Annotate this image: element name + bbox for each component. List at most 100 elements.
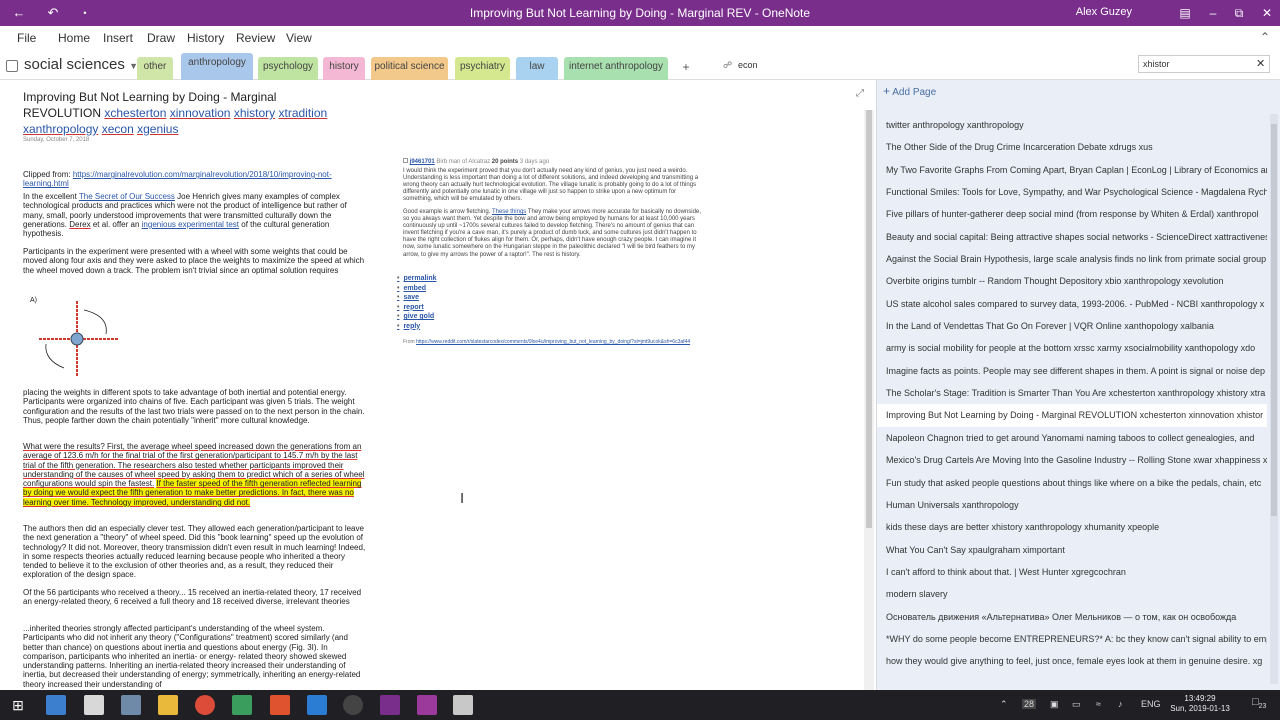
list-item[interactable]: Beauty and social capital: Being attract…	[877, 226, 1267, 248]
tab-internet-anthropology[interactable]: internet anthropology	[564, 57, 668, 80]
collapse-icon[interactable]	[403, 158, 408, 163]
list-item[interactable]: Overbite origins tumblr -- Random Though…	[877, 270, 1267, 292]
list-item[interactable]: What You Can't Say xpaulgraham ximportan…	[877, 539, 1267, 561]
notebook-icon[interactable]	[6, 60, 18, 72]
list-item[interactable]: Основатель движения «Альтернатива» Олег …	[877, 606, 1267, 628]
taskbar-notepad-icon[interactable]	[84, 695, 104, 715]
list-item[interactable]: The Other Side of the Drug Crime Incarce…	[877, 136, 1267, 158]
notification-icon[interactable]: □23	[1252, 696, 1266, 710]
minimize-button[interactable]: –	[1202, 4, 1224, 22]
list-item[interactable]: *WHY do some people become ENTREPRENEURS…	[877, 628, 1267, 650]
tab-psychology[interactable]: psychology	[258, 57, 318, 80]
expand-icon[interactable]: ⤢	[856, 88, 864, 99]
ribbon-options-icon[interactable]: ▤	[1174, 4, 1196, 22]
list-item[interactable]: Against the Social Brain Hypothesis, lar…	[877, 248, 1267, 270]
tray-app-icon[interactable]: ▣	[1050, 699, 1059, 710]
volume-icon[interactable]: ♪	[1118, 699, 1123, 709]
list-item[interactable]: The Scholar's Stage: Tradition is Smarte…	[877, 382, 1267, 404]
tab-history[interactable]: history	[323, 57, 365, 80]
reddit-actions: permalink embed save report give gold re…	[397, 274, 437, 332]
list-item[interactable]: In the Land of Vendettas That Go On Fore…	[877, 315, 1267, 337]
wifi-icon[interactable]: ≈	[1096, 699, 1101, 709]
taskbar-app-icon[interactable]	[343, 695, 363, 715]
title-bar: ← ↶ • Improving But Not Learning by Doin…	[0, 0, 1280, 26]
tray-num[interactable]: 28	[1022, 699, 1037, 709]
tab-political-science[interactable]: political science	[371, 57, 448, 80]
tab-law[interactable]: law	[516, 57, 558, 80]
list-item[interactable]: Napoleon Chagnon tried to get around Yan…	[877, 427, 1267, 449]
experiment-link[interactable]: ingenious experimental test	[142, 220, 239, 229]
list-item[interactable]: Imagine facts as points. People may see …	[877, 360, 1267, 382]
list-item[interactable]: kids these days are better xhistory xant…	[877, 516, 1267, 538]
tab-anthropology[interactable]: anthropology	[181, 53, 253, 80]
taskbar-folder-icon[interactable]	[158, 695, 178, 715]
reddit-comment-body-1: I would think the experiment proved that…	[403, 168, 699, 203]
menu-review[interactable]: Review	[236, 31, 275, 45]
page-canvas[interactable]: ⤢ Improving But Not Learning by Doing - …	[0, 80, 875, 690]
list-item[interactable]: My Two Favorite Graphs From Coming Apart…	[877, 159, 1267, 181]
page-title[interactable]: Improving But Not Learning by Doing - Ma…	[23, 89, 333, 137]
menu-draw[interactable]: Draw	[147, 31, 175, 45]
add-section-button[interactable]: +	[676, 57, 696, 80]
give-gold-link[interactable]: give gold	[397, 312, 437, 322]
menu-file[interactable]: File	[17, 31, 36, 45]
list-item[interactable]: US state alcohol sales compared to surve…	[877, 293, 1267, 315]
fletching-link[interactable]: These things	[492, 209, 526, 215]
list-item-selected[interactable]: Improving But Not Learning by Doing - Ma…	[877, 404, 1267, 427]
list-item[interactable]: Human Universals xanthropology	[877, 494, 1267, 516]
permalink-link[interactable]: permalink	[397, 274, 436, 284]
list-item[interactable]: twitter anthropology xanthropology	[877, 114, 1267, 136]
menu-history[interactable]: History	[187, 31, 224, 45]
reply-link[interactable]: reply	[397, 322, 437, 332]
list-item[interactable]: army is social mobility for people at th…	[877, 337, 1267, 359]
report-link[interactable]: report	[397, 303, 437, 313]
list-item[interactable]: Fun study that asked people questions ab…	[877, 472, 1267, 494]
collapse-ribbon-icon[interactable]: ⌃	[1260, 30, 1270, 44]
menu-view[interactable]: View	[286, 31, 312, 45]
tab-econ[interactable]: econ	[738, 60, 758, 70]
taskbar-app-icon[interactable]	[121, 695, 141, 715]
clear-search-icon[interactable]: ✕	[1256, 57, 1265, 70]
page-scrollbar-thumb[interactable]	[866, 110, 872, 528]
menu-bar: File Home Insert Draw History Review Vie…	[0, 26, 1280, 50]
list-item[interactable]: Five pillars of hunter-gatherer deep soc…	[877, 203, 1267, 225]
list-item[interactable]: Mexico's Drug Cartels Are Moving Into th…	[877, 449, 1267, 471]
save-link[interactable]: save	[397, 293, 437, 303]
book-link[interactable]: The Secret of Our Success	[79, 192, 175, 201]
section-bar: social sciences ▼ other anthropology psy…	[0, 50, 1280, 80]
notebook-name[interactable]: social sciences ▼	[24, 56, 138, 73]
taskbar-app-icon[interactable]	[453, 695, 473, 715]
reddit-source-link[interactable]: https://www.reddit.com/r/slatestarcodex/…	[416, 339, 690, 345]
reddit-user-link[interactable]: j9461701	[410, 159, 435, 165]
page-scrollbar[interactable]	[864, 110, 874, 690]
taskbar-onenote-icon[interactable]	[380, 695, 400, 715]
search-input[interactable]: xhistor	[1138, 55, 1270, 73]
tab-psychiatry[interactable]: psychiatry	[455, 57, 510, 80]
embed-link[interactable]: embed	[397, 284, 437, 294]
pages-scrollbar-thumb[interactable]	[1271, 124, 1277, 516]
language-indicator[interactable]: ENG	[1141, 699, 1161, 709]
tab-other[interactable]: other	[137, 57, 173, 80]
taskbar-app-icon[interactable]	[417, 695, 437, 715]
taskbar-chrome-icon[interactable]	[195, 695, 215, 715]
battery-icon[interactable]: ▭	[1072, 699, 1081, 710]
taskbar-app-icon[interactable]	[46, 695, 66, 715]
taskbar-vscode-icon[interactable]	[307, 695, 327, 715]
pages-scrollbar[interactable]	[1270, 114, 1278, 684]
user-name[interactable]: Alex Guzey	[1076, 6, 1132, 18]
list-item[interactable]: modern slavery	[877, 583, 1267, 605]
taskbar-app-icon[interactable]	[270, 695, 290, 715]
maximize-button[interactable]: ⧉	[1228, 4, 1250, 22]
menu-home[interactable]: Home	[58, 31, 90, 45]
taskbar-app-icon[interactable]	[232, 695, 252, 715]
close-button[interactable]: ✕	[1256, 4, 1278, 22]
clock[interactable]: 13:49:29 Sun, 2019-01-13	[1160, 694, 1240, 714]
menu-insert[interactable]: Insert	[103, 31, 133, 45]
add-page-button[interactable]: + Add Page	[883, 84, 936, 98]
windows-start-icon[interactable]: ⊞	[8, 695, 28, 715]
paragraph-5: The authors then did an especially cleve…	[23, 524, 366, 580]
list-item[interactable]: Functional Smiles: Tools for Love, Sympa…	[877, 181, 1267, 203]
list-item[interactable]: I can't afford to think about that. | We…	[877, 561, 1267, 583]
tray-chevron-icon[interactable]: ⌃	[1000, 699, 1008, 710]
list-item[interactable]: how they would give anything to feel, ju…	[877, 650, 1267, 672]
